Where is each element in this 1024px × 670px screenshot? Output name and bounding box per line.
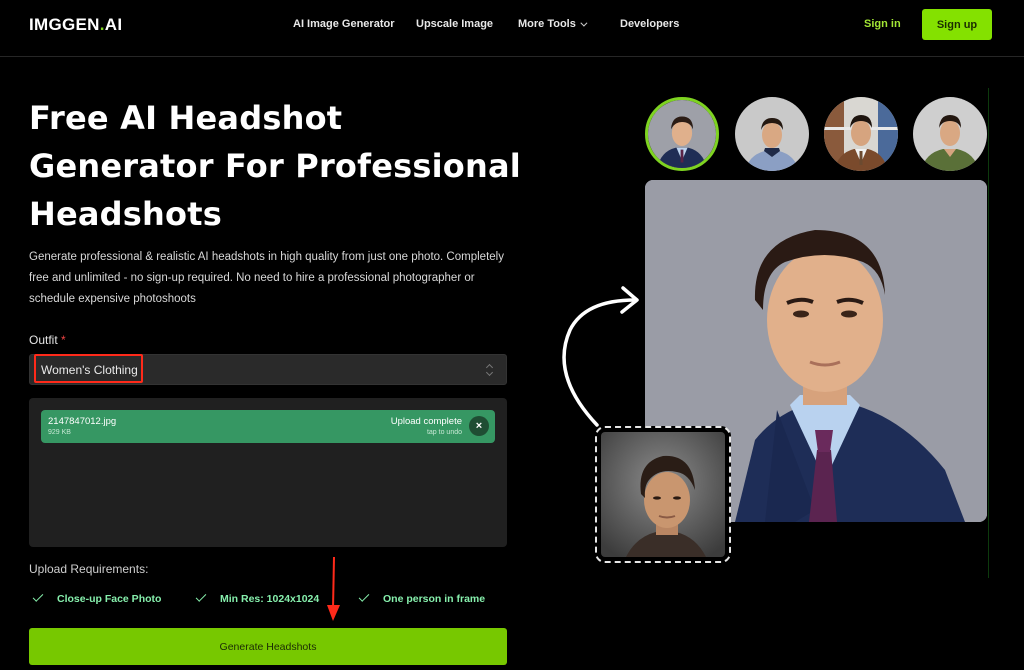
divider (988, 88, 989, 578)
file-size: 929 KB (48, 429, 71, 436)
requirement-label: Min Res: 1024x1024 (220, 593, 320, 605)
sign-in-link[interactable]: Sign in (864, 18, 901, 30)
page-title: Free AI Headshot Generator For Professio… (29, 94, 529, 238)
style-avatar-navy-suit[interactable] (645, 97, 719, 171)
headshot-thumbnail (824, 97, 898, 171)
requirement-item: One person in frame (358, 591, 486, 605)
selfie-image (601, 432, 725, 557)
check-icon (358, 591, 370, 602)
check-icon (32, 591, 44, 602)
hero-description: Generate professional & realistic AI hea… (29, 251, 504, 305)
upload-status: Upload complete (390, 416, 462, 427)
remove-file-button[interactable]: × (469, 416, 489, 436)
requirement-item: Min Res: 1024x1024 (195, 591, 320, 605)
style-avatar-brown-suit[interactable] (824, 97, 898, 171)
nav-more-tools[interactable]: More Tools (518, 18, 588, 30)
headshot-thumbnail (735, 97, 809, 171)
requirement-label: Close-up Face Photo (57, 593, 162, 605)
upload-dropzone[interactable]: 2147847012.jpg 929 KB Upload complete ta… (29, 398, 507, 547)
logo[interactable]: IMGGEN.AI (29, 15, 122, 35)
logo-suffix: AI (104, 15, 123, 34)
headshot-thumbnail (913, 97, 987, 171)
annotation-arrow-icon (327, 556, 340, 621)
nav-more-tools-label: More Tools (518, 18, 576, 30)
original-photo (601, 432, 725, 557)
check-icon (195, 591, 207, 602)
close-icon: × (475, 420, 483, 432)
nav-upscale-image[interactable]: Upscale Image (416, 18, 493, 30)
file-name: 2147847012.jpg (48, 416, 117, 427)
outfit-label-text: Outfit (29, 333, 58, 347)
sign-up-button[interactable]: Sign up (922, 9, 992, 40)
style-avatar-green-shirt[interactable] (913, 97, 987, 171)
title-line: Generator For Professional (29, 147, 521, 185)
title-line: Free AI Headshot (29, 99, 343, 137)
style-avatar-polo-shirt[interactable] (735, 97, 809, 171)
outfit-label: Outfit * (29, 333, 66, 347)
title-line: Headshots (29, 195, 222, 233)
outfit-select[interactable]: Women's Clothing (29, 354, 507, 385)
requirement-item: Close-up Face Photo (32, 591, 162, 605)
headshot-thumbnail (648, 100, 716, 168)
logo-text: IMGGEN (29, 15, 100, 34)
generate-headshots-button[interactable]: Generate Headshots (29, 628, 507, 665)
chevron-down-icon (580, 19, 588, 27)
requirements-title: Upload Requirements: (29, 562, 149, 576)
transform-arrow-icon (562, 286, 639, 427)
outfit-select-value: Women's Clothing (41, 363, 138, 377)
original-photo-frame (595, 426, 731, 563)
top-nav: IMGGEN.AI AI Image Generator Upscale Ima… (0, 0, 1024, 57)
select-updown-icon (486, 363, 494, 377)
undo-hint[interactable]: tap to undo (427, 429, 462, 436)
nav-ai-image-generator[interactable]: AI Image Generator (293, 18, 394, 30)
nav-developers[interactable]: Developers (620, 18, 679, 30)
uploaded-file-item: 2147847012.jpg 929 KB Upload complete ta… (41, 410, 495, 443)
requirement-label: One person in frame (383, 593, 486, 605)
required-marker: * (61, 333, 66, 347)
